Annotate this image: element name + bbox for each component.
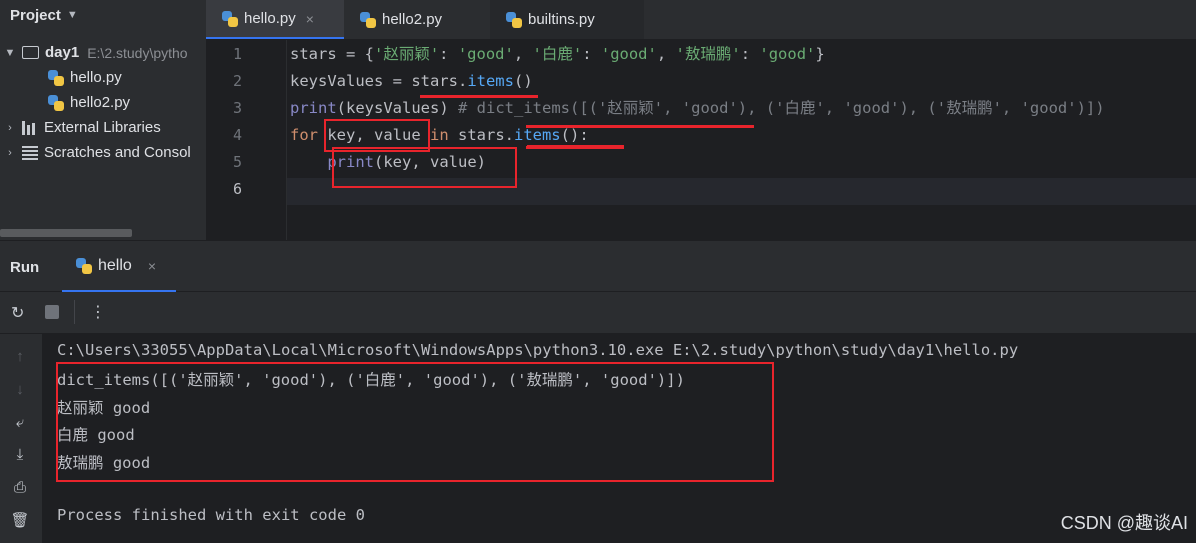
run-header: Run hello ×	[0, 240, 1196, 292]
watermark: CSDN @趣谈AI	[1060, 513, 1188, 533]
project-header[interactable]: Project ▼	[0, 0, 206, 30]
tree-item-external-libraries[interactable]: › External Libraries	[4, 115, 161, 140]
annotation-underline	[526, 125, 754, 128]
annotation-box	[332, 147, 517, 188]
run-side-toolbar: ↑ ↓ ⤶ ⤓ ⎙ 🗑	[0, 334, 42, 543]
code-line-2: keysValues = stars.items()	[290, 72, 533, 90]
collapse-arrow-icon[interactable]: ›	[4, 122, 16, 134]
folder-name: day1	[45, 44, 80, 61]
file-name: hello2.py	[70, 94, 131, 111]
print-icon[interactable]: ⎙	[10, 479, 30, 496]
arrow-up-icon[interactable]: ↑	[10, 348, 30, 365]
project-title: Project	[10, 6, 61, 24]
tab-label: hello	[98, 256, 132, 274]
tree-item-scratches[interactable]: › Scratches and Consol	[4, 140, 191, 165]
tab-hello[interactable]: hello.py ×	[206, 0, 344, 39]
folder-icon	[22, 46, 39, 59]
tree-label: External Libraries	[44, 119, 161, 136]
code-editor[interactable]: 1 2 3 4 5 6 stars = {'赵丽颖': 'good', '白鹿'…	[206, 40, 1196, 240]
run-console[interactable]: C:\Users\33055\AppData\Local\Microsoft\W…	[42, 334, 1196, 543]
line-number: 1	[232, 45, 242, 63]
project-panel: Project ▼ ▼ day1 E:\2.study\pytho hello.…	[0, 0, 206, 240]
collapse-arrow-icon[interactable]: ›	[4, 147, 16, 159]
python-file-icon	[506, 11, 522, 28]
tab-label: builtins.py	[528, 11, 595, 28]
line-number-gutter: 1 2 3 4 5 6	[206, 40, 287, 240]
toolbar-divider	[74, 300, 75, 324]
code-line-1: stars = {'赵丽颖': 'good', '白鹿': 'good', '敖…	[290, 45, 825, 63]
run-toolbar: ↻ ⋮	[0, 292, 1196, 334]
file-name: hello.py	[70, 69, 122, 86]
python-file-icon	[48, 69, 64, 86]
stop-icon[interactable]	[45, 305, 59, 319]
tab-builtins[interactable]: builtins.py	[490, 0, 644, 39]
expand-arrow-icon[interactable]: ▼	[4, 47, 16, 59]
code-line-3: print(keysValues) # dict_items([('赵丽颖', …	[290, 99, 1105, 117]
console-command-line: C:\Users\33055\AppData\Local\Microsoft\W…	[57, 341, 1019, 359]
arrow-down-icon[interactable]: ↓	[10, 381, 30, 398]
editor-tabs: hello.py × hello2.py builtins.py	[206, 0, 1196, 40]
scroll-to-end-icon[interactable]: ⤓	[10, 446, 30, 463]
chevron-down-icon[interactable]: ▼	[67, 9, 78, 21]
line-number: 4	[232, 126, 242, 144]
tree-item-hello2[interactable]: hello2.py	[48, 90, 130, 115]
line-number: 3	[232, 99, 242, 117]
tree-label: Scratches and Consol	[44, 144, 191, 161]
tree-item-hello[interactable]: hello.py	[48, 65, 122, 90]
tab-label: hello.py	[244, 10, 296, 27]
python-file-icon	[48, 94, 64, 111]
annotation-box	[56, 362, 774, 482]
annotation-underline	[420, 95, 538, 98]
close-icon[interactable]: ×	[306, 11, 314, 27]
rerun-icon[interactable]: ↻	[11, 303, 24, 323]
scratches-icon	[22, 145, 38, 160]
console-exit-line: Process finished with exit code 0	[57, 506, 365, 524]
library-icon	[22, 120, 38, 135]
more-options-icon[interactable]: ⋮	[90, 302, 106, 322]
tab-label: hello2.py	[382, 11, 443, 28]
run-title: Run	[10, 259, 40, 276]
horizontal-scrollbar[interactable]	[0, 229, 132, 237]
soft-wrap-icon[interactable]: ⤶	[10, 414, 30, 431]
python-file-icon	[360, 11, 376, 28]
line-number: 5	[232, 153, 242, 171]
annotation-underline	[527, 145, 624, 148]
line-number: 2	[232, 72, 242, 90]
folder-path: E:\2.study\pytho	[87, 44, 188, 61]
python-file-icon	[222, 10, 238, 27]
tab-hello2[interactable]: hello2.py	[344, 0, 490, 39]
line-number: 6	[232, 180, 242, 198]
tree-item-day1[interactable]: ▼ day1 E:\2.study\pytho	[4, 40, 188, 65]
close-icon[interactable]: ×	[148, 258, 156, 274]
python-file-icon	[76, 257, 92, 274]
tab-run-hello[interactable]: hello ×	[62, 241, 176, 292]
trash-icon[interactable]: 🗑	[10, 511, 30, 529]
